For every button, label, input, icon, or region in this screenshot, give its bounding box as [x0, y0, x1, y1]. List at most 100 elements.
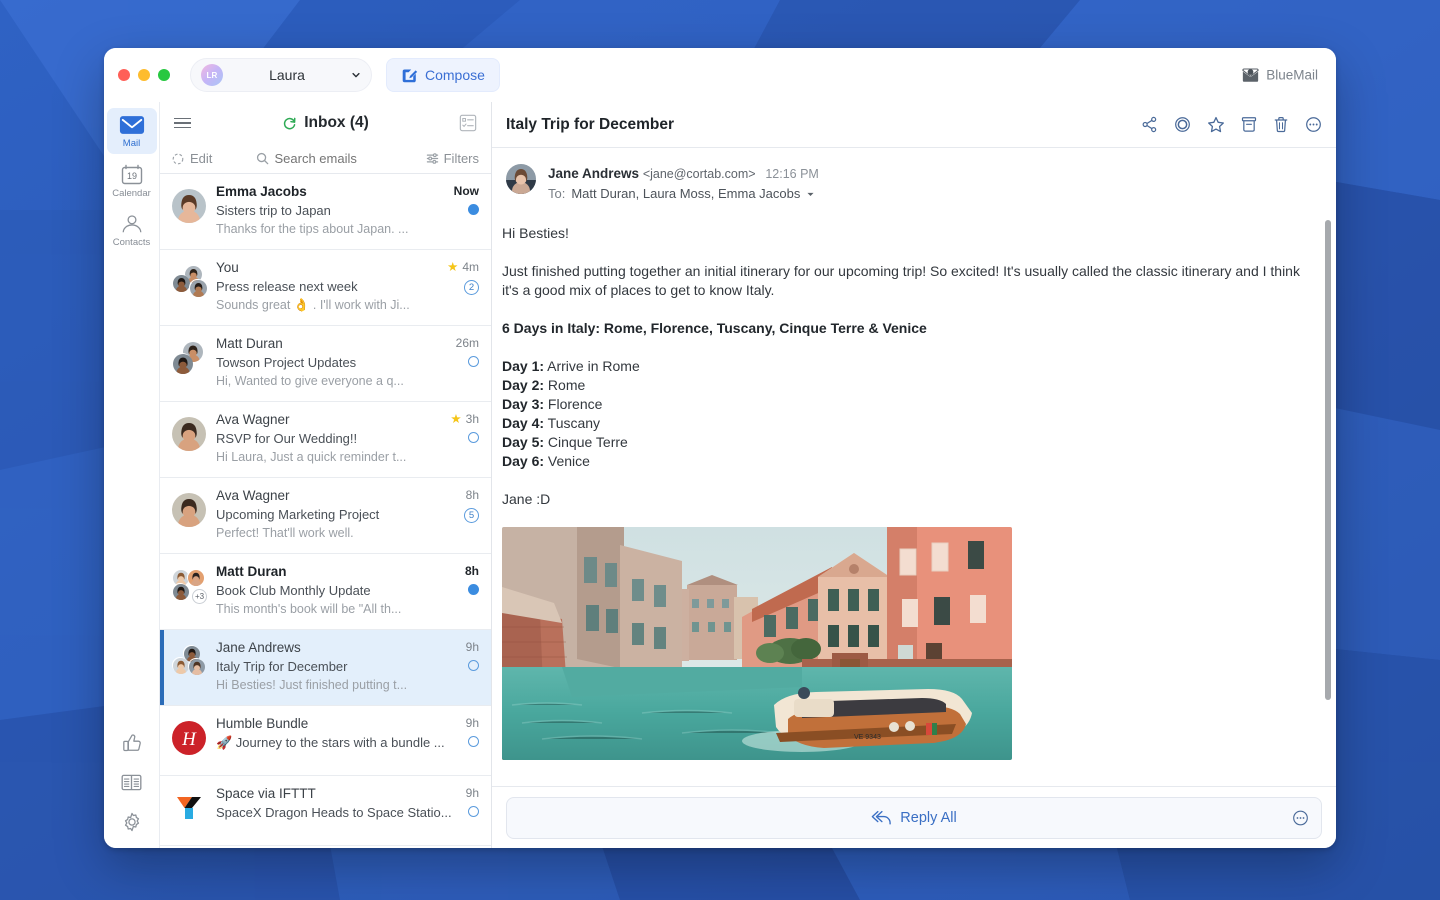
message-preview: Sounds great 👌 . I'll work with Ji... — [216, 298, 410, 312]
star-icon[interactable] — [1207, 116, 1225, 134]
archive-icon[interactable] — [1241, 116, 1257, 133]
itinerary-day-label: Day 2: — [502, 377, 545, 393]
svg-text:H: H — [181, 729, 197, 750]
message-item-text: Humble Bundle 🚀 Journey to the stars with… — [216, 715, 456, 765]
read-indicator-dot[interactable] — [468, 736, 479, 747]
itinerary-day-value: Florence — [544, 396, 603, 412]
close-window-button[interactable] — [118, 69, 130, 81]
search-box[interactable] — [212, 151, 425, 166]
message-item-text: Matt Duran Book Club Monthly Update This m… — [216, 563, 455, 619]
thread-count-badge[interactable]: 2 — [464, 280, 479, 295]
message-sender: Ava Wagner — [216, 412, 290, 427]
thumbs-up-icon[interactable] — [122, 733, 142, 753]
email-body-scrollbar[interactable] — [1325, 220, 1331, 700]
search-input[interactable] — [274, 151, 383, 166]
message-meta: ★ 4m 2 — [447, 259, 479, 315]
edit-button[interactable]: Edit — [172, 151, 212, 166]
contact-photo — [188, 658, 205, 675]
maximize-window-button[interactable] — [158, 69, 170, 81]
sidebar-item-calendar[interactable]: 19 Calendar — [107, 157, 157, 204]
sidebar-item-mail-label: Mail — [122, 138, 141, 149]
contact-photo — [172, 189, 206, 227]
message-time-row: 9h — [466, 640, 479, 654]
message-list-item[interactable]: +3 Matt Duran Book Club Monthly Update This… — [160, 554, 491, 630]
recipients-expand-icon[interactable] — [806, 190, 815, 199]
message-list-item[interactable]: Ava Wagner RSVP for Our Wedding!! Hi Laura… — [160, 402, 491, 478]
sidebar-item-contacts-label: Contacts — [112, 237, 151, 248]
mark-unread-icon[interactable] — [1174, 116, 1191, 133]
mailbox-title: Inbox (4) — [160, 114, 491, 132]
star-icon[interactable]: ★ — [450, 413, 461, 426]
email-from-line: Jane Andrews <jane@cortab.com> 12:16 PM — [548, 164, 1322, 184]
message-list-item[interactable]: Ava Wagner Upcoming Marketing Project Perf… — [160, 478, 491, 554]
message-preview: Hi Laura, Just a quick reminder t... — [216, 450, 407, 464]
message-list-item[interactable]: You Press release next week Sounds great 👌… — [160, 250, 491, 326]
reply-all-button[interactable]: Reply All — [506, 796, 1322, 839]
tasks-list-icon[interactable] — [459, 114, 477, 132]
hamburger-menu-icon[interactable] — [174, 117, 191, 129]
itinerary-day-value: Tuscany — [544, 415, 601, 431]
message-subject: Sisters trip to Japan — [216, 203, 331, 218]
email-body: Hi Besties! Just finished putting togeth… — [492, 214, 1336, 770]
filters-label: Filters — [443, 151, 479, 166]
message-list-header: Inbox (4) — [160, 102, 491, 144]
avatar — [172, 341, 206, 375]
trash-icon[interactable] — [1273, 116, 1289, 133]
news-icon[interactable] — [121, 773, 142, 792]
minimize-window-button[interactable] — [138, 69, 150, 81]
read-indicator-dot[interactable] — [468, 660, 479, 671]
contact-photo — [172, 657, 189, 674]
ifttt-logo-icon — [172, 791, 206, 825]
message-time-row: Now — [454, 184, 479, 198]
mail-icon — [119, 116, 144, 134]
message-list-item[interactable]: Emma Jacobs Sisters trip to Japan Thanks f… — [160, 174, 491, 250]
message-list-scroll[interactable]: Emma Jacobs Sisters trip to Japan Thanks f… — [160, 174, 491, 848]
message-meta: 9h — [466, 639, 479, 695]
contact-photo — [187, 569, 204, 586]
message-sender: Matt Duran — [216, 336, 283, 351]
message-preview: Thanks for the tips about Japan. ... — [216, 222, 409, 236]
message-list-item[interactable]: Matt Duran Towson Project Updates Hi, Want… — [160, 326, 491, 402]
contact-photo — [189, 279, 207, 297]
reply-more-options-icon[interactable] — [1292, 809, 1309, 826]
itinerary-day-label: Day 3: — [502, 396, 545, 412]
avatar-overflow-badge: +3 — [192, 589, 207, 604]
email-attachment-image[interactable]: VE 9343 — [502, 527, 1012, 760]
read-indicator-dot[interactable] — [468, 806, 479, 817]
message-time: 8h — [465, 488, 479, 502]
brand-name: BlueMail — [1266, 67, 1318, 83]
read-indicator-dot[interactable] — [468, 356, 479, 367]
star-icon[interactable]: ★ — [447, 261, 458, 274]
sidebar-item-mail[interactable]: Mail — [106, 108, 157, 154]
more-options-icon[interactable] — [1305, 116, 1322, 133]
message-time: 8h — [464, 564, 479, 578]
sidebar-item-contacts[interactable]: Contacts — [107, 207, 157, 253]
compose-button[interactable]: Compose — [386, 58, 500, 92]
message-subject: RSVP for Our Wedding!! — [216, 431, 358, 446]
message-list-item[interactable]: Jane Andrews Italy Trip for December Hi Be… — [160, 630, 491, 706]
message-list-item[interactable]: Space via IFTTT SpaceX Dragon Heads to Sp… — [160, 776, 491, 846]
share-icon[interactable] — [1141, 116, 1158, 133]
calendar-icon: 19 — [121, 164, 142, 185]
title-bar: LR Laura Compose BlueMail — [104, 48, 1336, 102]
message-list-item[interactable]: H Humble Bundle 🚀 Journey to the stars wit… — [160, 706, 491, 776]
itinerary-day-row: Day 4: Tuscany — [502, 414, 1312, 433]
email-body-scroll-area[interactable]: Hi Besties! Just finished putting togeth… — [492, 214, 1336, 786]
message-list-item[interactable]: Jim BarkerLatest sales reportHi Laura, T… — [160, 846, 491, 848]
filters-button[interactable]: Filters — [426, 151, 479, 166]
thread-count-badge[interactable]: 5 — [464, 508, 479, 523]
avatar: H — [172, 721, 206, 755]
message-preview: Perfect! That'll work well. — [216, 526, 354, 540]
message-preview: Hi, Wanted to give everyone a q... — [216, 374, 404, 388]
filters-icon — [426, 153, 438, 164]
message-time: 9h — [465, 640, 479, 654]
read-indicator-dot[interactable] — [468, 432, 479, 443]
avatar — [172, 265, 207, 299]
account-switcher[interactable]: LR Laura — [190, 58, 372, 92]
settings-gear-icon[interactable] — [122, 812, 142, 832]
unread-indicator-dot[interactable] — [468, 204, 479, 215]
unread-indicator-dot[interactable] — [468, 584, 479, 595]
itinerary-day-value: Arrive in Rome — [544, 358, 640, 374]
message-meta: 9h — [466, 785, 479, 835]
contact-photo — [172, 493, 206, 531]
